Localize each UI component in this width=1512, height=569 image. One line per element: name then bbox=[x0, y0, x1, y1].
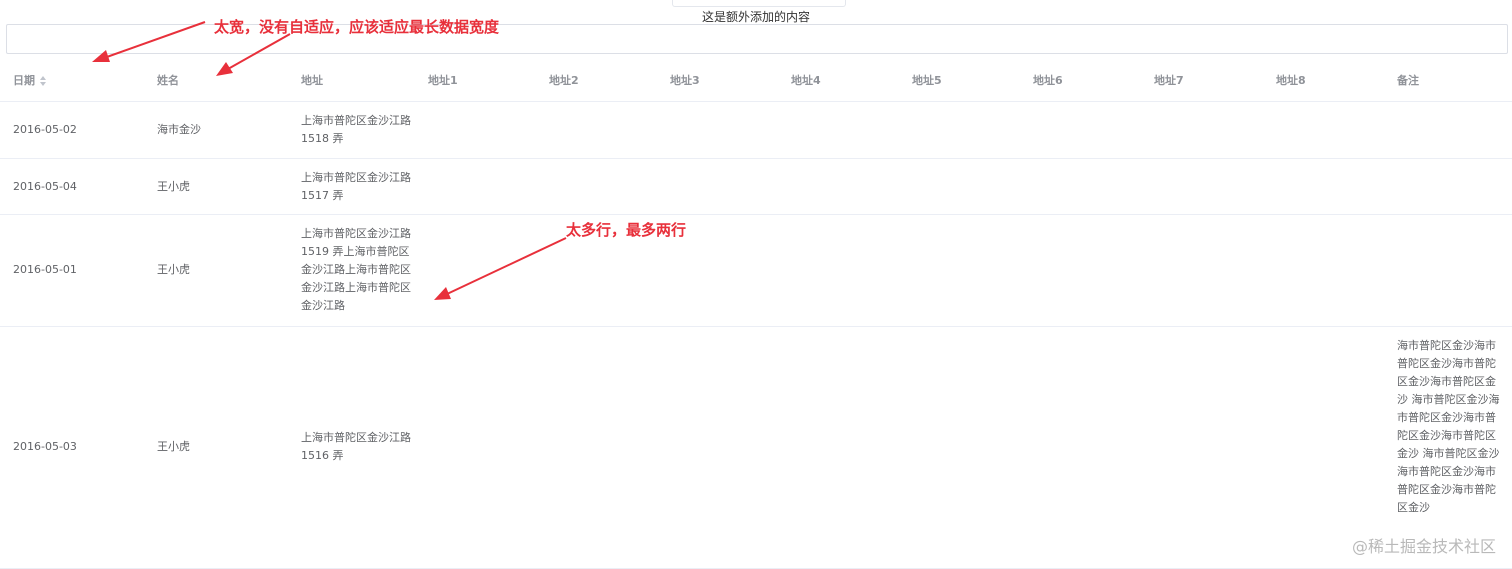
cell-address: 上海市普陀区金沙江路 1516 弄 bbox=[301, 431, 411, 462]
cell-address: 上海市普陀区金沙江路 1517 弄 bbox=[301, 171, 411, 202]
cell-address: 上海市普陀区金沙江路 1519 弄上海市普陀区金沙江路上海市普陀区金沙江路上海市… bbox=[301, 227, 411, 312]
cell-date: 2016-05-01 bbox=[13, 263, 77, 276]
cell-date: 2016-05-03 bbox=[13, 440, 77, 453]
table-header-row: 日期 姓名 地址 地址1 地址2 地址3 地址4 地址5 地址6 地址7 地址8… bbox=[0, 58, 1512, 102]
cell-name: 王小虎 bbox=[157, 440, 190, 453]
column-header-address: 地址 bbox=[301, 74, 323, 87]
column-header-address6: 地址6 bbox=[1033, 74, 1063, 87]
table-row: 2016-05-03 王小虎 上海市普陀区金沙江路 1516 弄 海市普陀区金沙… bbox=[0, 327, 1512, 569]
cell-address: 上海市普陀区金沙江路 1518 弄 bbox=[301, 114, 411, 145]
table-row: 2016-05-01 王小虎 上海市普陀区金沙江路 1519 弄上海市普陀区金沙… bbox=[0, 215, 1512, 327]
column-header-address1: 地址1 bbox=[428, 74, 458, 87]
column-header-date[interactable]: 日期 bbox=[13, 72, 47, 88]
cell-remark: 海市普陀区金沙海市普陀区金沙海市普陀区金沙海市普陀区金沙 海市普陀区金沙海市普陀… bbox=[1397, 339, 1500, 514]
column-header-address3: 地址3 bbox=[670, 74, 700, 87]
column-header-address8: 地址8 bbox=[1276, 74, 1306, 87]
column-header-label: 日期 bbox=[13, 74, 35, 87]
table-row: 2016-05-02 海市金沙 上海市普陀区金沙江路 1518 弄 bbox=[0, 102, 1512, 159]
cell-name: 王小虎 bbox=[157, 263, 190, 276]
data-table: 日期 姓名 地址 地址1 地址2 地址3 地址4 地址5 地址6 地址7 地址8… bbox=[0, 58, 1512, 569]
cell-name: 王小虎 bbox=[157, 180, 190, 193]
column-header-address2: 地址2 bbox=[549, 74, 579, 87]
page: 这是额外添加的内容 日期 姓名 地址 地址1 地址2 地址3 地址4 地址5 地… bbox=[0, 0, 1512, 569]
cell-name: 海市金沙 bbox=[157, 123, 201, 136]
sort-icon[interactable] bbox=[39, 75, 47, 87]
watermark: @稀土掘金技术社区 bbox=[1351, 537, 1496, 556]
column-header-name: 姓名 bbox=[157, 74, 179, 87]
annotation-too-many-lines: 太多行，最多两行 bbox=[566, 221, 687, 239]
cell-date: 2016-05-02 bbox=[13, 123, 77, 136]
cell-date: 2016-05-04 bbox=[13, 180, 77, 193]
annotation-too-wide: 太宽，没有自适应，应该适应最长数据宽度 bbox=[214, 18, 500, 36]
top-box bbox=[672, 0, 846, 7]
table-row: 2016-05-04 王小虎 上海市普陀区金沙江路 1517 弄 bbox=[0, 159, 1512, 215]
column-header-address7: 地址7 bbox=[1154, 74, 1184, 87]
column-header-address5: 地址5 bbox=[912, 74, 942, 87]
column-header-address4: 地址4 bbox=[791, 74, 821, 87]
column-header-remark: 备注 bbox=[1397, 74, 1419, 87]
